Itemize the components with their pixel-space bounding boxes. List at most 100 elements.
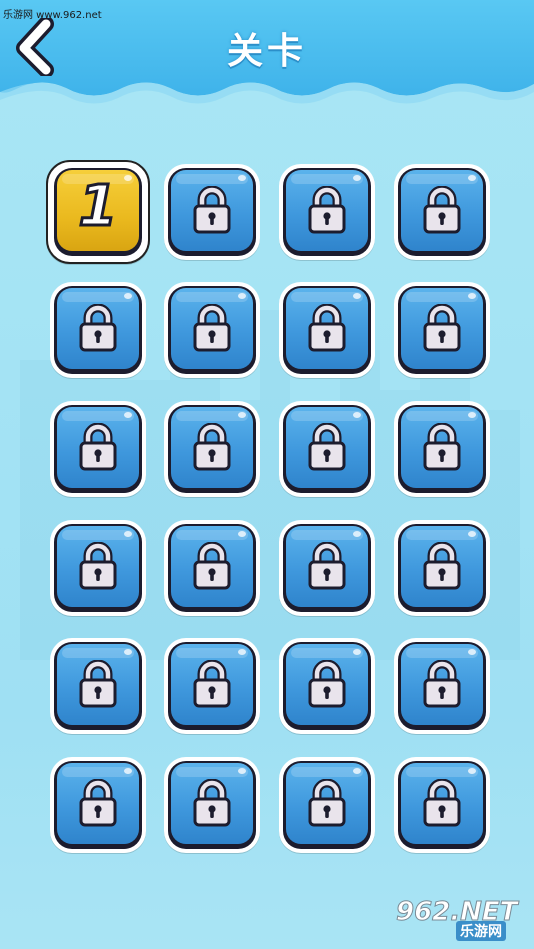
tile-shine (176, 767, 248, 777)
tile-shine (406, 174, 478, 184)
tile-highlight (468, 531, 476, 537)
tile-highlight (353, 175, 361, 181)
tile-highlight (353, 531, 361, 537)
tile-highlight (353, 293, 361, 299)
tile-shine (406, 411, 478, 421)
level-button-locked[interactable] (279, 520, 375, 616)
page-title: 关卡 (226, 31, 307, 72)
level-button-locked[interactable] (50, 638, 146, 734)
level-button-locked[interactable] (164, 757, 260, 853)
tile-shine (291, 292, 363, 302)
lock-icon (193, 186, 231, 234)
tile-shine (62, 767, 134, 777)
level-number: 1 (77, 173, 119, 241)
lock-icon (193, 542, 231, 590)
lock-icon (423, 779, 461, 827)
tile-shine (291, 648, 363, 658)
level-button-locked[interactable] (279, 638, 375, 734)
level-button-locked[interactable] (164, 401, 260, 497)
tile-highlight (353, 649, 361, 655)
level-button-locked[interactable] (394, 401, 490, 497)
lock-icon (423, 542, 461, 590)
tile-highlight (353, 768, 361, 774)
lock-icon (308, 304, 346, 352)
lock-icon (423, 304, 461, 352)
level-button-locked[interactable] (164, 282, 260, 378)
lock-icon (193, 779, 231, 827)
tile-shine (176, 174, 248, 184)
tile-highlight (238, 412, 246, 418)
tile-shine (62, 648, 134, 658)
lock-icon (79, 423, 117, 471)
lock-icon (193, 304, 231, 352)
lock-icon (423, 423, 461, 471)
level-button-locked[interactable] (394, 520, 490, 616)
level-button-locked[interactable] (279, 282, 375, 378)
tile-shine (176, 530, 248, 540)
level-button-locked[interactable] (394, 282, 490, 378)
level-button-locked[interactable] (279, 757, 375, 853)
tile-shine (176, 411, 248, 421)
tile-highlight (238, 768, 246, 774)
lock-icon (308, 660, 346, 708)
tile-shine (291, 767, 363, 777)
lock-icon (308, 186, 346, 234)
level-button-locked[interactable] (394, 757, 490, 853)
tile-shine (62, 292, 134, 302)
tile-highlight (238, 175, 246, 181)
level-button-locked[interactable] (50, 757, 146, 853)
tile-shine (406, 530, 478, 540)
lock-icon (193, 660, 231, 708)
level-button-locked[interactable] (164, 638, 260, 734)
lock-icon (423, 660, 461, 708)
level-button-locked[interactable] (394, 638, 490, 734)
tile-highlight (124, 412, 132, 418)
tile-highlight (124, 531, 132, 537)
watermark-top: 乐游网 www.962.net (3, 10, 102, 21)
tile-highlight (353, 412, 361, 418)
tile-shine (176, 648, 248, 658)
level-button-locked[interactable] (164, 520, 260, 616)
lock-icon (423, 186, 461, 234)
tile-highlight (124, 768, 132, 774)
tile-highlight (238, 531, 246, 537)
header-bar: 关卡 乐游网 www.962.net (0, 0, 534, 110)
tile-shine (406, 292, 478, 302)
level-grid: 1 (46, 160, 496, 853)
tile-highlight (468, 412, 476, 418)
lock-icon (308, 423, 346, 471)
tile-shine (62, 411, 134, 421)
lock-icon (79, 304, 117, 352)
tile-shine (291, 411, 363, 421)
lock-icon (308, 779, 346, 827)
lock-icon (308, 542, 346, 590)
tile-highlight (124, 649, 132, 655)
tile-highlight (124, 293, 132, 299)
tile-shine (291, 530, 363, 540)
tile-shine (62, 530, 134, 540)
tile-shine (176, 292, 248, 302)
level-button-locked[interactable] (50, 401, 146, 497)
tile-highlight (238, 649, 246, 655)
level-button-locked[interactable] (394, 164, 490, 260)
tile-highlight (238, 293, 246, 299)
level-button-locked[interactable] (50, 282, 146, 378)
tile-shine (291, 174, 363, 184)
level-button-locked[interactable] (164, 164, 260, 260)
lock-icon (79, 779, 117, 827)
level-button-locked[interactable] (50, 520, 146, 616)
watermark-logo: 962.NET 乐游网 (395, 897, 526, 941)
tile-highlight (468, 768, 476, 774)
level-button-locked[interactable] (279, 401, 375, 497)
tile-highlight (468, 293, 476, 299)
tile-shine (406, 767, 478, 777)
lock-icon (79, 542, 117, 590)
level-button-unlocked[interactable]: 1 (46, 160, 150, 264)
tile-highlight (468, 649, 476, 655)
level-button-locked[interactable] (279, 164, 375, 260)
lock-icon (79, 660, 117, 708)
tile-shine (406, 648, 478, 658)
tile-highlight (468, 175, 476, 181)
watermark-logo-subtext: 乐游网 (456, 921, 506, 941)
lock-icon (193, 423, 231, 471)
